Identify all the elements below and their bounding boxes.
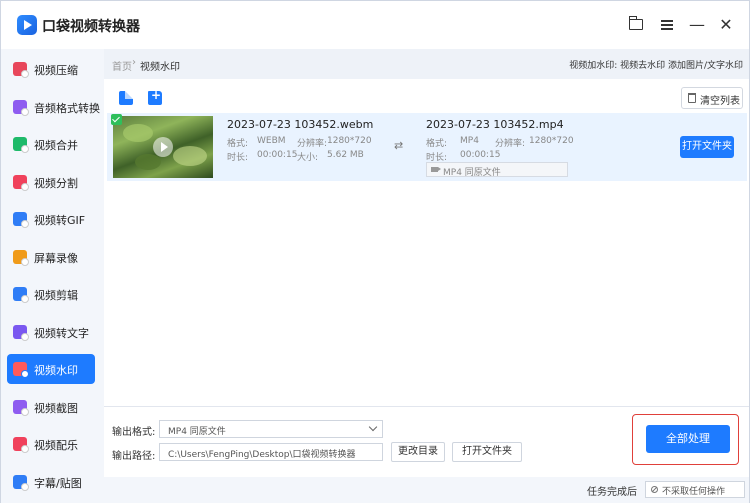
input-resolution-value: 1280*720 [327, 136, 372, 146]
output-format-label: 输出格式: [112, 427, 156, 438]
output-format-value: MP4 [460, 136, 479, 146]
input-size-value: 5.62 MB [327, 150, 364, 160]
app-window: 口袋视频转换器 — ✕ 视频压缩 音频格式转换 视频合并 视频分割 视频转GIF… [0, 0, 750, 503]
output-resolution-label: 分辨率: [495, 139, 526, 149]
output-resolution-value: 1280*720 [529, 136, 574, 146]
after-task-select[interactable]: 不采取任何操作 [645, 481, 745, 498]
after-task-label: 任务完成后 [587, 487, 637, 498]
music-icon [13, 437, 29, 453]
output-format-label: 格式: [426, 139, 448, 149]
trash-icon [688, 93, 696, 103]
add-file-icon[interactable] [119, 91, 133, 105]
open-folder-button-row[interactable]: 打开文件夹 [680, 136, 734, 158]
output-format-dropdown[interactable]: MP4 同原文件 [159, 420, 383, 438]
chevron-down-icon [368, 422, 378, 432]
sidebar-item-video-to-text[interactable]: 视频转文字 [7, 317, 95, 347]
merge-icon [13, 137, 29, 153]
sidebar-item-video-music[interactable]: 视频配乐 [7, 429, 95, 459]
input-format-label: 格式: [227, 139, 249, 149]
video-thumbnail[interactable] [113, 116, 213, 178]
change-directory-button[interactable]: 更改目录 [391, 442, 445, 462]
output-format-select[interactable]: MP4 同原文件 [426, 162, 568, 178]
sidebar-item-video-to-gif[interactable]: 视频转GIF [7, 204, 95, 234]
breadcrumb-separator: › [132, 57, 136, 68]
output-path-label: 输出路径: [112, 451, 156, 462]
checkbox-checked-icon[interactable] [111, 114, 122, 125]
sidebar-item-subtitle-sticker[interactable]: 字幕/贴图 [7, 467, 95, 497]
input-resolution-label: 分辨率: [297, 139, 328, 149]
output-filename: 2023-07-23 103452.mp4 [426, 118, 564, 131]
subtitle-icon [13, 475, 29, 491]
output-path-field[interactable]: C:\Users\FengPing\Desktop\口袋视频转换器 [159, 443, 383, 461]
text-icon [13, 325, 29, 341]
sidebar-item-screen-record[interactable]: 屏幕录像 [7, 242, 95, 272]
play-icon[interactable] [153, 137, 173, 157]
watermark-mode-links[interactable]: 视频加水印: 视频去水印 添加图片/文字水印 [569, 58, 743, 71]
sidebar-item-video-watermark[interactable]: 视频水印 [7, 354, 95, 384]
title-bar: 口袋视频转换器 — ✕ [1, 1, 749, 49]
sidebar-item-video-merge[interactable]: 视频合并 [7, 129, 95, 159]
close-icon[interactable]: ✕ [715, 14, 737, 36]
folder-icon[interactable] [625, 14, 647, 36]
input-filename: 2023-07-23 103452.webm [227, 118, 374, 131]
sidebar: 视频压缩 音频格式转换 视频合并 视频分割 视频转GIF 屏幕录像 视频剪辑 视… [1, 49, 104, 503]
input-format-value: WEBM [257, 136, 286, 146]
clear-list-button[interactable]: 清空列表 [681, 87, 743, 109]
breadcrumb: 首页 › 视频水印 视频加水印: 视频去水印 添加图片/文字水印 [104, 49, 749, 79]
sidebar-item-audio-convert[interactable]: 音频格式转换 [7, 92, 100, 122]
process-all-button[interactable]: 全部处理 [646, 425, 730, 453]
breadcrumb-current: 视频水印 [140, 62, 180, 73]
input-size-label: 大小: [297, 153, 319, 163]
compress-icon [13, 62, 29, 78]
gif-icon [13, 212, 29, 228]
breadcrumb-home[interactable]: 首页 [112, 58, 132, 73]
open-folder-button[interactable]: 打开文件夹 [452, 442, 522, 462]
input-duration-label: 时长: [227, 153, 249, 163]
sidebar-item-video-split[interactable]: 视频分割 [7, 167, 95, 197]
add-folder-icon[interactable] [148, 88, 162, 105]
app-title: 口袋视频转换器 [42, 19, 140, 35]
minimize-icon[interactable]: — [686, 14, 708, 36]
input-duration-value: 00:00:15 [257, 150, 298, 160]
app-logo-icon [17, 15, 37, 35]
audio-icon [13, 100, 29, 116]
no-action-icon [651, 486, 658, 493]
convert-arrow-icon: ⇄ [394, 139, 404, 152]
screenshot-icon [13, 400, 29, 416]
sidebar-item-video-screenshot[interactable]: 视频截图 [7, 392, 95, 422]
record-icon [13, 250, 29, 266]
video-camera-icon [431, 167, 441, 172]
output-duration-value: 00:00:15 [460, 150, 501, 160]
menu-icon[interactable] [656, 14, 678, 36]
split-icon [13, 175, 29, 191]
edit-icon [13, 287, 29, 303]
sidebar-item-video-compress[interactable]: 视频压缩 [7, 54, 95, 84]
sidebar-item-video-edit[interactable]: 视频剪辑 [7, 279, 95, 309]
watermark-icon [13, 362, 29, 378]
status-bar: 任务完成后 不采取任何操作 [104, 477, 749, 503]
